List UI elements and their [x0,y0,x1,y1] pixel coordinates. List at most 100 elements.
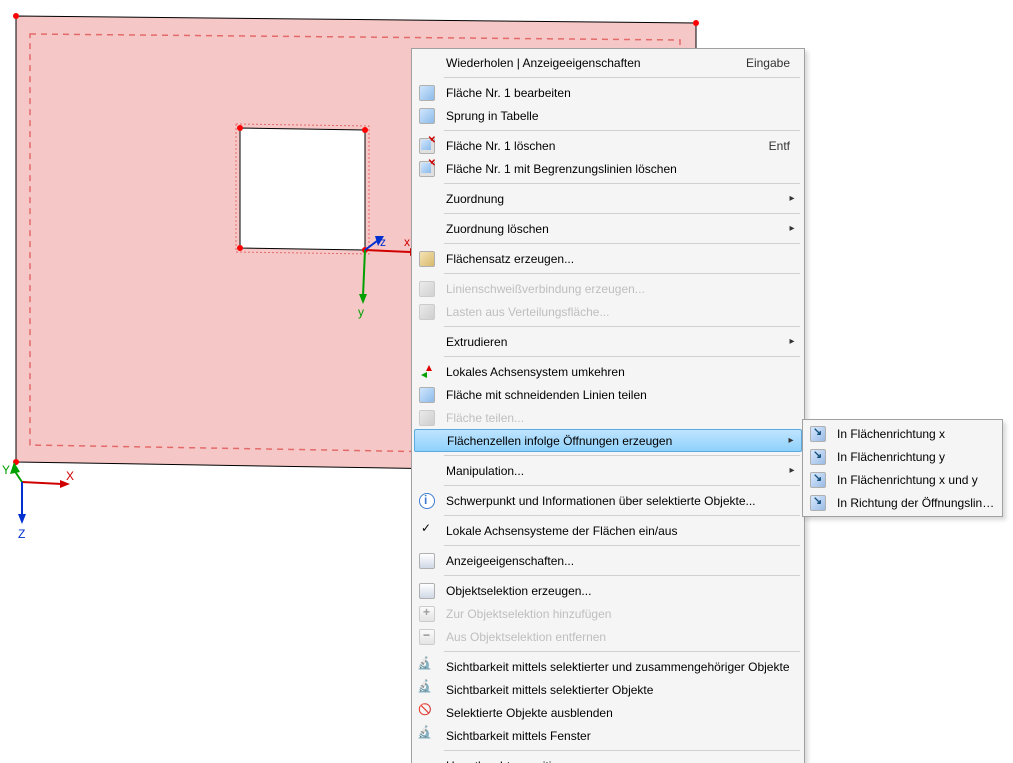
menu-item[interactable]: Selektierte Objekte ausblenden [414,701,802,724]
menu-separator [444,651,800,652]
menu-item[interactable]: Lokale Achsensysteme der Flächen ein/aus [414,519,802,542]
menu-item[interactable]: Sprung in Tabelle [414,104,802,127]
global-axis-x-label: X [66,469,74,483]
direction-icon [805,468,831,491]
menu-item-label: Anzeigeeigenschaften... [440,554,798,568]
surface-opening[interactable] [240,128,365,250]
menu-item-label: Lokales Achsensystem umkehren [440,365,798,379]
menu-item-label: Fläche teilen... [440,411,798,425]
brush-icon [414,277,440,300]
menu-item[interactable]: Extrudieren▸ [414,330,802,353]
panel-icon [414,625,440,648]
menu-icon-empty [414,217,440,240]
menu-item[interactable]: Objektselektion erzeugen... [414,579,802,602]
submenu-arrow-icon: ▸ [785,435,797,446]
info-icon [414,489,440,512]
menu-item[interactable]: Sichtbarkeit mittels Fenster [414,724,802,747]
menu-item-shortcut: Eingabe [726,56,798,70]
submenu-arrow-icon: ▸ [786,193,798,204]
menu-item[interactable]: Zuordnung löschen▸ [414,217,802,240]
direction-icon [805,491,831,514]
submenu-arrow-icon: ▸ [786,465,798,476]
menu-item-label: Fläche Nr. 1 bearbeiten [440,86,798,100]
context-submenu-opening-cells[interactable]: In Flächenrichtung x In Flächenrichtung y… [802,419,1003,517]
menu-item[interactable]: Fläche Nr. 1 mit Begrenzungslinien lösch… [414,157,802,180]
menu-item[interactable]: Anzeigeeigenschaften... [414,549,802,572]
menu-item-label: Flächensatz erzeugen... [440,252,798,266]
menu-item: Linienschweißverbindung erzeugen... [414,277,802,300]
menu-item[interactable]: Lokales Achsensystem umkehren [414,360,802,383]
menu-separator [444,213,800,214]
menu-icon-empty [414,330,440,353]
surface-icon [414,383,440,406]
menu-item-label: Wiederholen | Anzeigeeigenschaften [440,56,726,70]
menu-separator [444,356,800,357]
direction-icon [805,445,831,468]
hide-icon [414,701,440,724]
menu-item-label: Linienschweißverbindung erzeugen... [440,282,798,296]
menu-item[interactable]: Fläche mit schneidenden Linien teilen [414,383,802,406]
local-axis-z-label: z [380,235,386,249]
menu-item[interactable]: Schwerpunkt und Informationen über selek… [414,489,802,512]
global-axis-z-label: Z [18,527,25,541]
menu-separator [444,326,800,327]
surface-x-icon [414,134,440,157]
menu-item-label: Aus Objektselektion entfernen [440,630,798,644]
microscope-icon [414,678,440,701]
submenu-item-label: In Flächenrichtung x [831,427,996,441]
submenu-arrow-icon: ▸ [786,223,798,234]
menu-item[interactable]: Fläche Nr. 1 bearbeiten [414,81,802,104]
menu-item-label: Sichtbarkeit mittels selektierter Objekt… [440,683,798,697]
submenu-item[interactable]: In Richtung der Öffnungslinien [805,491,1000,514]
check-icon [414,519,440,542]
menu-item: Fläche teilen... [414,406,802,429]
submenu-arrow-icon: ▸ [786,336,798,347]
direction-icon [805,422,831,445]
menu-item-label: Zuordnung [440,192,786,206]
menu-icon-empty [414,459,440,482]
submenu-item-label: In Richtung der Öffnungslinien [831,496,996,510]
menu-item[interactable]: Manipulation...▸ [414,459,802,482]
menu-separator [444,515,800,516]
surface-icon [414,300,440,323]
local-axis-x-label: x [404,235,410,249]
surface-x-icon [414,157,440,180]
local-axis-y-label: y [358,305,364,319]
menu-item[interactable]: Fläche Nr. 1 löschenEntf [414,134,802,157]
menu-separator [444,243,800,244]
menu-item[interactable]: Hauptleuchtenposition▸ [414,754,802,763]
context-menu[interactable]: Wiederholen | AnzeigeeigenschaftenEingab… [411,48,805,763]
menu-item-label: Lokale Achsensysteme der Flächen ein/aus [440,524,798,538]
menu-separator [444,750,800,751]
menu-item[interactable]: Sichtbarkeit mittels selektierter Objekt… [414,678,802,701]
menu-item-label: Fläche Nr. 1 mit Begrenzungslinien lösch… [440,162,798,176]
menu-item[interactable]: Wiederholen | AnzeigeeigenschaftenEingab… [414,51,802,74]
menu-separator [444,273,800,274]
menu-item-label: Schwerpunkt und Informationen über selek… [440,494,798,508]
submenu-item-label: In Flächenrichtung y [831,450,996,464]
menu-icon-empty [415,430,441,451]
menu-item[interactable]: Zuordnung▸ [414,187,802,210]
surface-icon [414,406,440,429]
panel-icon [414,549,440,572]
menu-item-label: Zuordnung löschen [440,222,786,236]
panel-icon [414,579,440,602]
menu-item[interactable]: Flächenzellen infolge Öffnungen erzeugen… [414,429,802,452]
menu-separator [444,575,800,576]
menu-separator [444,183,800,184]
submenu-item[interactable]: In Flächenrichtung y [805,445,1000,468]
menu-item-label: Fläche mit schneidenden Linien teilen [440,388,798,402]
axes-icon [414,360,440,383]
menu-item-label: Selektierte Objekte ausblenden [440,706,798,720]
menu-item[interactable]: Flächensatz erzeugen... [414,247,802,270]
submenu-item[interactable]: In Flächenrichtung x und y [805,468,1000,491]
menu-item-label: Extrudieren [440,335,786,349]
submenu-item[interactable]: In Flächenrichtung x [805,422,1000,445]
menu-separator [444,455,800,456]
menu-item[interactable]: Sichtbarkeit mittels selektierter und zu… [414,655,802,678]
menu-item-label: Flächenzellen infolge Öffnungen erzeugen [441,434,785,448]
global-axis-y-label: Y [2,463,10,477]
menu-icon-empty [414,51,440,74]
menu-item-label: Zur Objektselektion hinzufügen [440,607,798,621]
menu-item-label: Sprung in Tabelle [440,109,798,123]
